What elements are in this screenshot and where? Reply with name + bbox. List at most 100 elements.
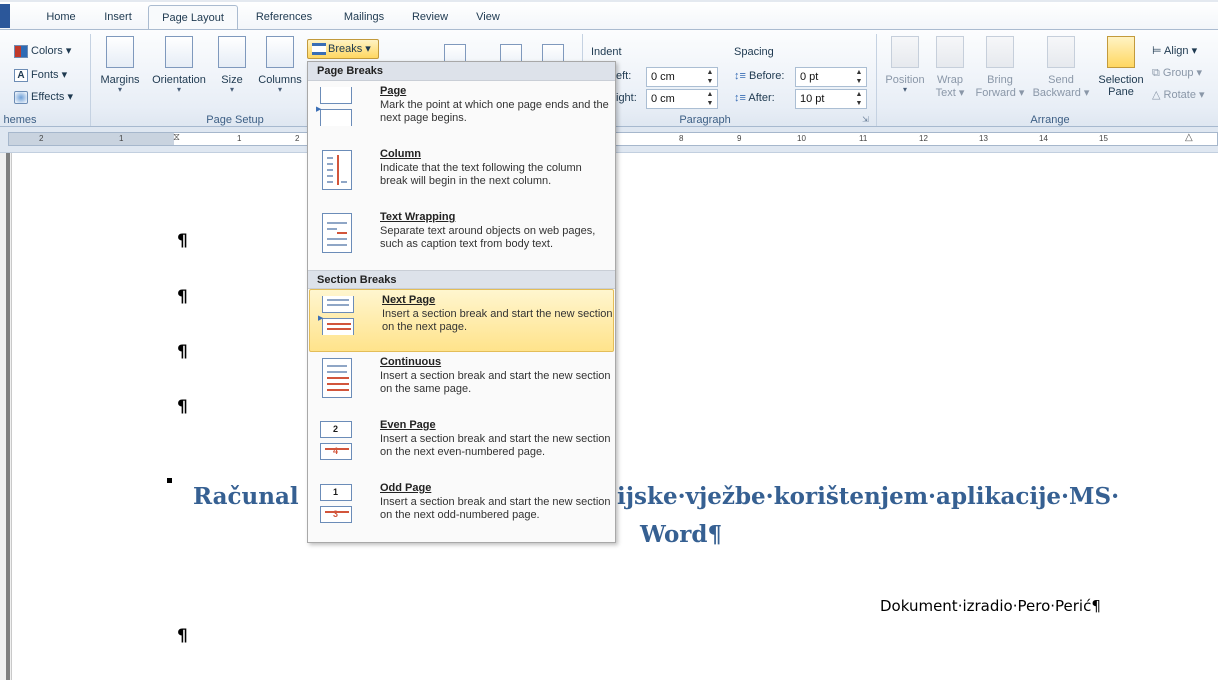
size-button[interactable]: Size ▾ bbox=[214, 36, 250, 94]
size-icon bbox=[218, 36, 246, 68]
effects-icon bbox=[14, 90, 28, 104]
ruler-number: 12 bbox=[919, 134, 928, 143]
wrap-label: Wrap bbox=[936, 74, 964, 86]
text-label: Text bbox=[935, 87, 956, 99]
page-shape bbox=[322, 213, 352, 253]
effects-label: Effects bbox=[31, 91, 65, 103]
menu-item-even-page[interactable]: 2 4 Even Page Insert a section break and… bbox=[308, 415, 615, 478]
rotate-label: Rotate bbox=[1163, 89, 1196, 101]
columns-button[interactable]: Columns ▾ bbox=[254, 36, 306, 94]
menu-item-description: Indicate that the text following the col… bbox=[380, 162, 582, 187]
ruler-number: 14 bbox=[1039, 134, 1048, 143]
align-label: Align bbox=[1164, 45, 1189, 57]
tab-review[interactable]: Review bbox=[402, 5, 458, 31]
menu-item-description: Separate text around objects on web page… bbox=[380, 225, 596, 250]
page-shape: 2 bbox=[320, 421, 352, 438]
spacing-label: Spacing bbox=[734, 46, 774, 58]
keep-with-next-mark bbox=[167, 478, 172, 483]
ruler-number: 10 bbox=[797, 134, 806, 143]
indent-left-input[interactable]: 0 cm ▲ ▼ bbox=[646, 67, 718, 87]
rotate-button[interactable]: △ Rotate ▾ bbox=[1152, 86, 1205, 104]
selection-pane-icon bbox=[1107, 36, 1135, 68]
menu-item-continuous[interactable]: Continuous Insert a section break and st… bbox=[308, 352, 615, 415]
bring-forward-button[interactable]: Bring Forward ▾ bbox=[972, 36, 1028, 99]
ruler-number: 2 bbox=[39, 134, 44, 143]
ruler-number: 15 bbox=[1099, 134, 1108, 143]
align-button[interactable]: ⊨ Align ▾ bbox=[1152, 42, 1197, 60]
paragraph-mark: ¶ bbox=[177, 342, 188, 362]
page-shape bbox=[322, 318, 354, 335]
file-tab[interactable] bbox=[0, 4, 10, 28]
breaks-button[interactable]: Breaks ▾ bbox=[307, 39, 379, 59]
page-shape: 3 bbox=[320, 506, 352, 523]
selection-pane-button[interactable]: Selection Pane bbox=[1096, 36, 1146, 98]
text-line bbox=[327, 163, 333, 165]
orientation-button[interactable]: Orientation ▾ bbox=[147, 36, 211, 94]
text-line bbox=[327, 157, 333, 159]
page-number: 3 bbox=[333, 509, 339, 519]
menu-item-description: Insert a section break and start the new… bbox=[382, 308, 613, 333]
page-shape: 4 bbox=[320, 443, 352, 460]
colors-button[interactable]: Colors ▾ bbox=[14, 42, 71, 60]
menu-item-description: Insert a section break and start the new… bbox=[380, 433, 611, 458]
spacing-after-value: 10 pt bbox=[800, 93, 825, 105]
spinner-icon[interactable]: ▲ ▼ bbox=[854, 68, 864, 86]
menu-item-text-wrapping[interactable]: Text Wrapping Separate text around objec… bbox=[308, 207, 615, 270]
dialog-launcher-icon[interactable]: ⇲ bbox=[862, 115, 869, 124]
tab-references[interactable]: References bbox=[244, 5, 324, 31]
position-button[interactable]: Position ▾ bbox=[880, 36, 930, 94]
position-icon bbox=[891, 36, 919, 68]
ruler-number: 8 bbox=[679, 134, 684, 143]
chevron-down-icon: ▾ bbox=[902, 85, 907, 94]
breaks-label: Breaks bbox=[328, 43, 363, 55]
indent-marker-icon[interactable]: ⧖ bbox=[173, 133, 180, 144]
page-shape bbox=[322, 150, 352, 190]
fonts-button[interactable]: A Fonts ▾ bbox=[14, 66, 67, 84]
breaks-dropdown-menu: Page Breaks ▶ Page Mark the point at whi… bbox=[307, 61, 616, 543]
bring-forward-icon bbox=[986, 36, 1014, 68]
colors-icon bbox=[14, 44, 28, 58]
send-backward-button[interactable]: Send Backward ▾ bbox=[1030, 36, 1092, 99]
wrap-text-button[interactable]: Wrap Text ▾ bbox=[930, 36, 970, 99]
menu-item-title: Even Page bbox=[380, 419, 436, 431]
spacing-before-text: Before: bbox=[748, 70, 785, 82]
send-backward-icon bbox=[1047, 36, 1075, 68]
page-number: 1 bbox=[333, 487, 339, 497]
group-button[interactable]: ⧉ Group ▾ bbox=[1152, 64, 1202, 82]
indent-right-input[interactable]: 0 cm ▲ ▼ bbox=[646, 89, 718, 109]
tab-mailings[interactable]: Mailings bbox=[332, 5, 396, 31]
spacing-before-input[interactable]: 0 pt ▲ ▼ bbox=[795, 67, 867, 87]
tab-page-layout[interactable]: Page Layout bbox=[148, 5, 238, 32]
margins-button[interactable]: Margins ▾ bbox=[96, 36, 144, 94]
page-number: 4 bbox=[333, 446, 339, 456]
text-line bbox=[327, 175, 333, 177]
document-title-left: Računal bbox=[193, 483, 299, 510]
spinner-icon[interactable]: ▲ ▼ bbox=[705, 90, 715, 108]
menu-item-column[interactable]: Column Indicate that the text following … bbox=[308, 144, 615, 207]
spacing-before-icon: ↕≡ bbox=[734, 70, 746, 82]
spinner-icon[interactable]: ▲ ▼ bbox=[705, 68, 715, 86]
break-line bbox=[337, 155, 339, 185]
menu-item-odd-page[interactable]: 1 3 Odd Page Insert a section break and … bbox=[308, 478, 615, 541]
ruler-number: 11 bbox=[859, 134, 868, 143]
indent-label: Indent bbox=[591, 46, 622, 58]
effects-button[interactable]: Effects ▾ bbox=[14, 88, 73, 106]
page-setup-group-label: Page Setup bbox=[206, 114, 264, 126]
pointer-icon: ▶ bbox=[318, 315, 324, 322]
tab-home[interactable]: Home bbox=[30, 5, 92, 31]
page-break-icon: ▶ bbox=[316, 87, 354, 129]
orientation-icon bbox=[165, 36, 193, 68]
menu-item-title: Continuous bbox=[380, 356, 442, 368]
right-indent-marker-icon[interactable]: △ bbox=[1185, 133, 1193, 144]
menu-item-title: Odd Page bbox=[380, 482, 432, 494]
tab-view[interactable]: View bbox=[466, 5, 510, 31]
tab-insert[interactable]: Insert bbox=[92, 5, 144, 31]
break-line bbox=[327, 328, 351, 330]
spinner-icon[interactable]: ▲ ▼ bbox=[854, 90, 864, 108]
text-line bbox=[327, 222, 347, 224]
menu-item-next-page[interactable]: ▶ Next Page Insert a section break and s… bbox=[309, 289, 614, 352]
spacing-after-input[interactable]: 10 pt ▲ ▼ bbox=[795, 89, 867, 109]
text-line bbox=[327, 169, 333, 171]
menu-item-page[interactable]: ▶ Page Mark the point at which one page … bbox=[308, 81, 615, 144]
fonts-label: Fonts bbox=[31, 69, 59, 81]
